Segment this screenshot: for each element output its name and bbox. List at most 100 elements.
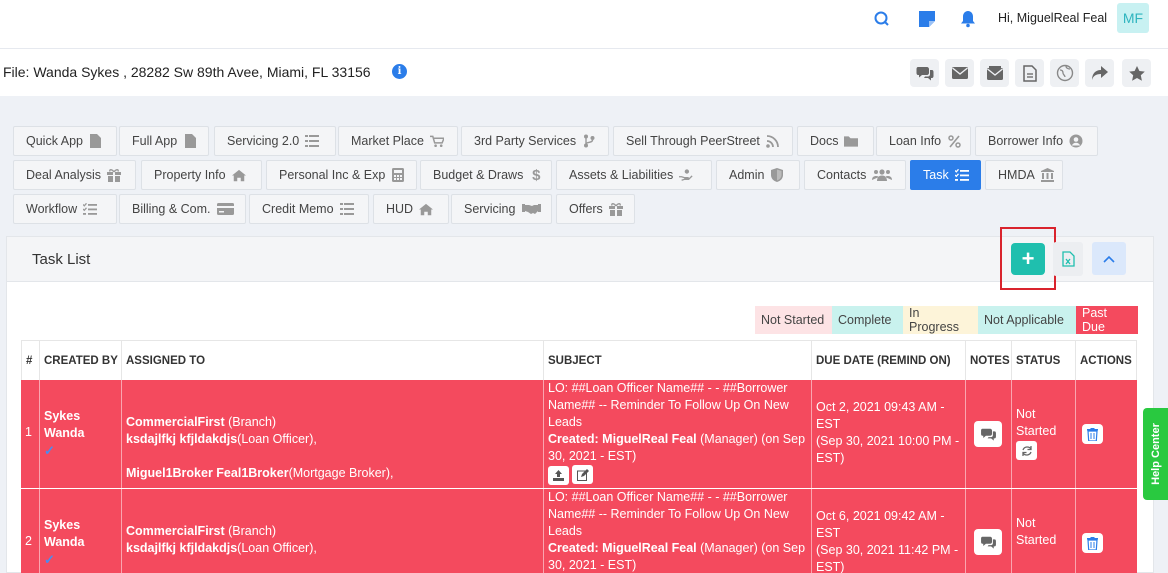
tab-admin[interactable]: Admin <box>716 160 800 190</box>
notes-cell <box>966 489 1012 573</box>
tab-assets-liabilities[interactable]: Assets & Liabilities <box>556 160 712 190</box>
tasks-icon <box>954 168 969 182</box>
file-title: File: Wanda Sykes , 28282 Sw 89th Avee, … <box>3 64 371 80</box>
subject-cell: LO: ##Loan Officer Name## - - ##Borrower… <box>544 380 812 488</box>
refresh-status-button[interactable] <box>1016 441 1037 460</box>
tab-workflow[interactable]: Workflow <box>13 194 117 224</box>
tab-servicing-2[interactable]: Servicing 2.0 <box>214 126 336 156</box>
tab-personal-inc-exp[interactable]: Personal Inc & Exp <box>266 160 417 190</box>
tab-3rd-party-services[interactable]: 3rd Party Services <box>461 126 609 156</box>
edit-button[interactable] <box>572 465 593 484</box>
tab-billing-com[interactable]: Billing & Com. <box>119 194 246 224</box>
assignee-role: (Mortgage Broker), <box>288 466 394 480</box>
comments-icon <box>980 536 996 549</box>
tab-panel: Quick App Full App Servicing 2.0 Market … <box>8 119 1160 229</box>
sticky-note-icon[interactable] <box>917 9 937 29</box>
notes-button[interactable] <box>974 421 1002 447</box>
tab-label: Contacts <box>817 168 867 182</box>
delete-button[interactable] <box>1082 424 1103 444</box>
folder-icon <box>844 134 859 148</box>
chevron-up-icon <box>1103 255 1115 263</box>
tab-label: Credit Memo <box>262 202 334 216</box>
tab-market-place[interactable]: Market Place <box>338 126 458 156</box>
user-greeting: Hi, MiguelReal Feal <box>998 11 1108 25</box>
top-bar: Hi, MiguelReal Feal MF <box>0 0 1168 49</box>
column-header-due-date: DUE DATE (REMIND ON) <box>812 340 966 380</box>
search-icon[interactable] <box>872 9 892 29</box>
open-email-button[interactable] <box>980 59 1009 87</box>
tab-servicing[interactable]: Servicing <box>451 194 552 224</box>
legend-not-applicable: Not Applicable <box>978 306 1076 334</box>
calculator-icon <box>391 168 405 182</box>
actions-cell <box>1076 380 1137 488</box>
tab-budget-draws[interactable]: Budget & Draws $ <box>420 160 552 190</box>
delete-button[interactable] <box>1082 533 1103 553</box>
upload-button[interactable] <box>548 465 569 485</box>
collapse-button[interactable] <box>1092 242 1126 275</box>
table-row: 1 Sykes Wanda ✓ CommercialFirst (Branch)… <box>21 380 1137 488</box>
task-subject: LO: ##Loan Officer Name## - - ##Borrower… <box>548 490 789 538</box>
email-button[interactable] <box>945 59 974 87</box>
add-task-button[interactable]: + <box>1011 243 1045 275</box>
column-header-status: STATUS <box>1012 340 1076 380</box>
percent-icon <box>947 134 961 148</box>
check-icon: ✓ <box>44 552 55 567</box>
tab-loan-info[interactable]: Loan Info <box>876 126 971 156</box>
tab-sell-through-peerstreet[interactable]: Sell Through PeerStreet <box>613 126 793 156</box>
tab-label: Servicing 2.0 <box>227 134 300 148</box>
tab-quick-app[interactable]: Quick App <box>13 126 117 156</box>
credit-card-icon <box>217 202 235 216</box>
table-row: 2 Sykes Wanda ✓ CommercialFirst (Branch)… <box>21 489 1137 573</box>
assignee-role: (Loan Officer), <box>237 432 317 446</box>
card-header: Task List + <box>7 227 1153 290</box>
share-button[interactable] <box>1085 59 1114 87</box>
tab-hud[interactable]: HUD <box>373 194 449 224</box>
tab-offers[interactable]: Offers <box>556 194 635 224</box>
tab-deal-analysis[interactable]: Deal Analysis <box>13 160 136 190</box>
tab-label: Billing & Com. <box>132 202 211 216</box>
task-list-card: Task List + Not Started Complete In Prog… <box>6 227 1154 573</box>
envelope-open-icon <box>986 66 1003 80</box>
tab-label: Personal Inc & Exp <box>279 168 386 182</box>
row-number: 2 <box>21 489 40 573</box>
cart-icon <box>429 134 444 148</box>
home-icon <box>231 168 246 182</box>
tab-docs[interactable]: Docs <box>797 126 874 156</box>
tab-contacts[interactable]: Contacts <box>804 160 906 190</box>
tab-hmda[interactable]: HMDA <box>985 160 1063 190</box>
created-label: Created: MiguelReal Feal <box>548 432 697 446</box>
tab-label: 3rd Party Services <box>474 134 577 148</box>
favorite-button[interactable] <box>1122 59 1151 87</box>
tab-credit-memo[interactable]: Credit Memo <box>249 194 369 224</box>
actions-cell <box>1076 489 1137 573</box>
due-date: Oct 2, 2021 09:43 AM - EST <box>816 400 945 431</box>
tab-property-info[interactable]: Property Info <box>141 160 262 190</box>
tab-label: Quick App <box>26 134 83 148</box>
gift-icon <box>107 168 122 182</box>
assignee-role: (Branch) <box>224 415 277 429</box>
bell-icon[interactable] <box>958 9 978 29</box>
tab-full-app[interactable]: Full App <box>119 126 209 156</box>
tab-borrower-info[interactable]: Borrower Info <box>975 126 1098 156</box>
notes-button[interactable] <box>974 529 1002 555</box>
globe-button[interactable] <box>1050 59 1079 87</box>
help-center-tab[interactable]: Help Center <box>1143 408 1168 500</box>
tab-label: Task <box>923 168 949 182</box>
task-subject: LO: ##Loan Officer Name## - - ##Borrower… <box>548 381 789 429</box>
trash-icon <box>1087 427 1098 441</box>
legend-in-progress: In Progress <box>903 306 978 334</box>
tab-label: Admin <box>729 168 765 182</box>
tab-label: HUD <box>386 202 414 216</box>
creator-name: Sykes Wanda <box>44 518 85 549</box>
export-excel-button[interactable] <box>1053 242 1083 276</box>
refresh-icon <box>1021 445 1032 456</box>
tab-task[interactable]: Task <box>910 160 981 190</box>
info-icon[interactable]: i <box>392 64 407 79</box>
document-button[interactable] <box>1015 59 1044 87</box>
chat-button[interactable] <box>910 59 939 87</box>
status-cell: Not Started <box>1012 489 1076 573</box>
home-icon <box>419 202 434 216</box>
handshake-icon <box>521 202 541 216</box>
comments-icon <box>980 428 996 441</box>
avatar[interactable]: MF <box>1117 3 1149 33</box>
